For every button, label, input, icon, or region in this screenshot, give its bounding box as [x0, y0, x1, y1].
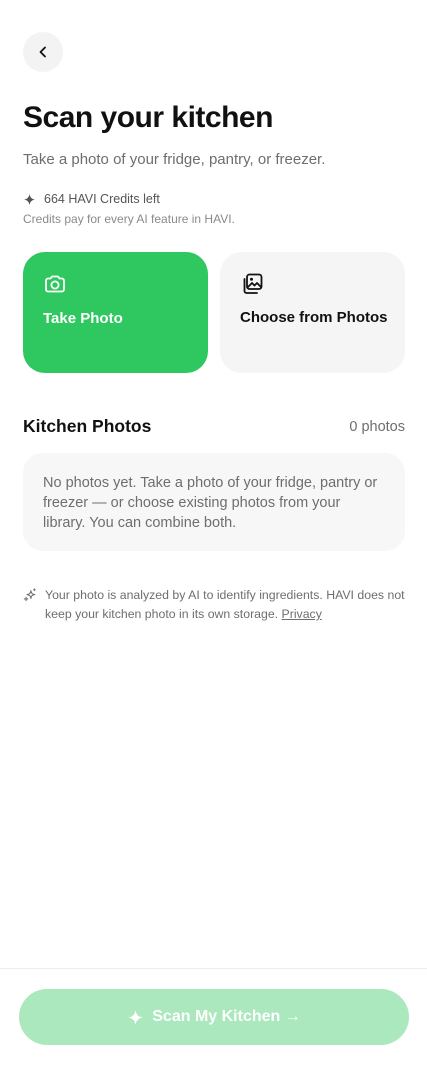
- sparkle-icon: [128, 1009, 144, 1025]
- scan-button-label: Scan My Kitchen →: [152, 1008, 301, 1025]
- choose-photos-button[interactable]: Choose from Photos: [220, 252, 405, 373]
- sparkles-icon: [23, 588, 36, 602]
- privacy-link[interactable]: Privacy: [282, 607, 322, 621]
- ai-privacy-note: Your photo is analyzed by AI to identify…: [23, 586, 407, 624]
- camera-icon: [45, 275, 65, 293]
- ai-note-body: Your photo is analyzed by AI to identify…: [45, 588, 405, 621]
- kitchen-photos-heading: Kitchen Photos: [23, 416, 152, 436]
- credits-row: 664 HAVI Credits left: [23, 192, 160, 206]
- take-photo-label: Take Photo: [43, 310, 123, 327]
- empty-state-text: No photos yet. Take a photo of your frid…: [43, 475, 378, 531]
- photos-empty-state: No photos yet. Take a photo of your frid…: [23, 453, 405, 551]
- choose-photos-label: Choose from Photos: [240, 309, 388, 326]
- take-photo-button[interactable]: Take Photo: [23, 252, 208, 373]
- footer-divider: [0, 968, 427, 969]
- photo-count: 0 photos: [349, 419, 405, 435]
- page-title: Scan your kitchen: [23, 101, 273, 134]
- credits-label: 664 HAVI Credits left: [44, 192, 160, 206]
- gallery-icon: [243, 273, 263, 294]
- ai-note-text: Your photo is analyzed by AI to identify…: [45, 586, 407, 624]
- scan-kitchen-screen: Scan your kitchen Take a photo of your f…: [0, 0, 427, 1066]
- scan-kitchen-button[interactable]: Scan My Kitchen →: [19, 989, 409, 1045]
- sparkle-icon: [23, 193, 36, 205]
- chevron-left-icon: [39, 46, 46, 58]
- page-subtitle: Take a photo of your fridge, pantry, or …: [23, 151, 326, 168]
- credits-note: Credits pay for every AI feature in HAVI…: [23, 212, 235, 226]
- back-button[interactable]: [23, 32, 63, 72]
